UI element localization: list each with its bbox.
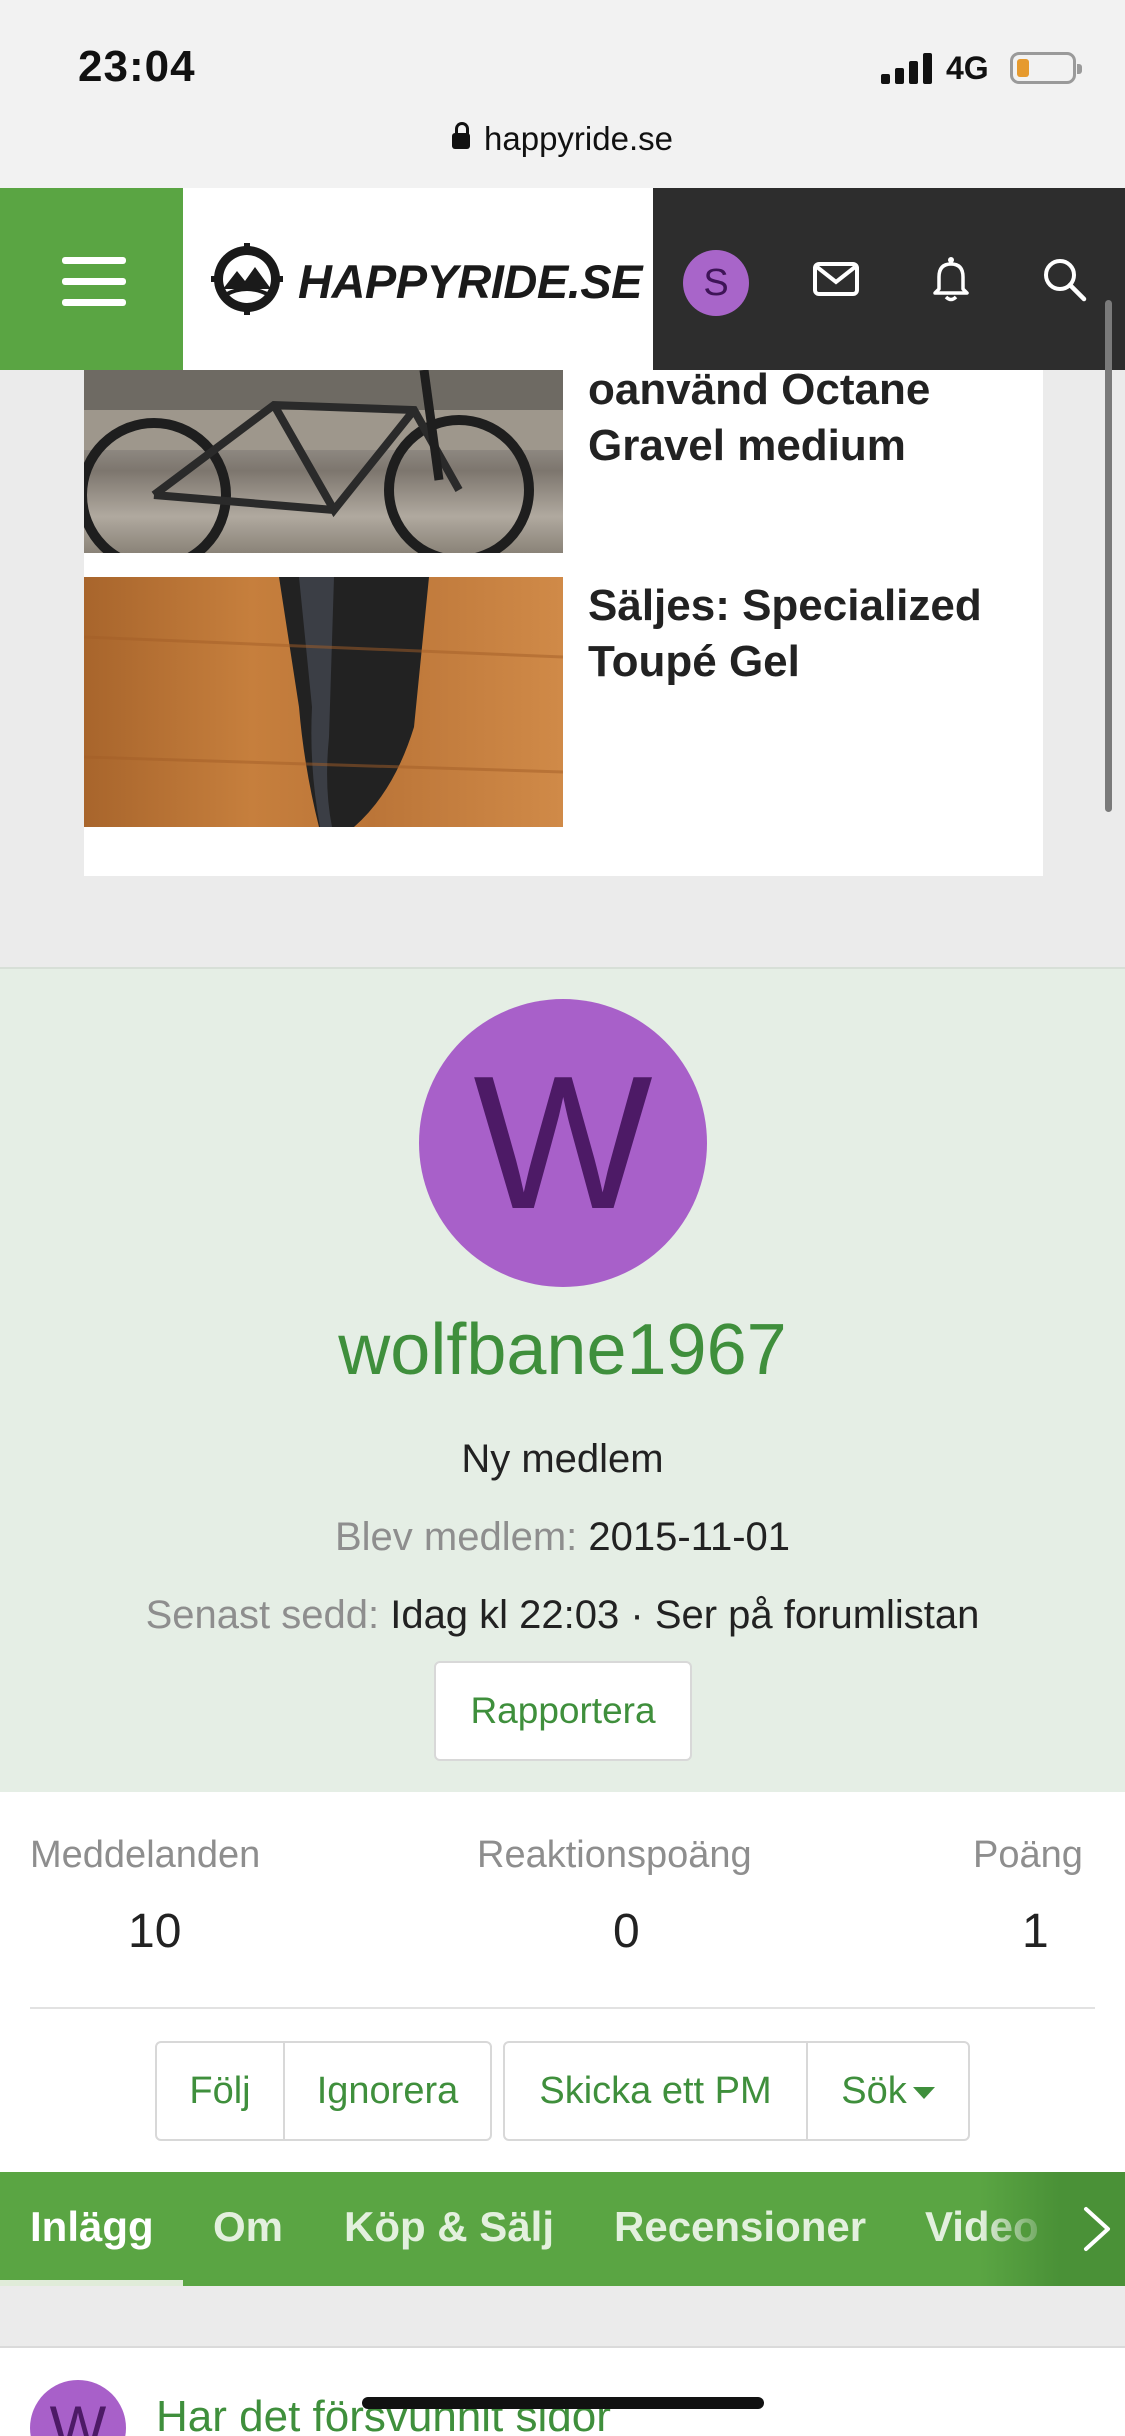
ignore-button[interactable]: Ignorera — [285, 2043, 490, 2139]
profile-section: W wolfbane1967 Ny medlem Blev medlem: 20… — [0, 967, 1125, 1792]
battery-icon — [1010, 52, 1082, 84]
tab-about[interactable]: Om — [213, 2172, 283, 2286]
hamburger-icon — [62, 257, 126, 307]
signal-icon — [881, 52, 935, 84]
profile-last-seen: Senast sedd: Idag kl 22:03 · Ser på foru… — [0, 1593, 1125, 1638]
listing-card: oanvänd Octane Gravel medium Säljes: Spe… — [84, 365, 1043, 876]
tab-buy-sell[interactable]: Köp & Sälj — [344, 2172, 554, 2286]
status-bar: 23:04 4G happyride.se — [0, 0, 1125, 188]
joined-value: 2015-11-01 — [588, 1515, 791, 1559]
stat-points-value[interactable]: 1 — [1022, 1904, 1049, 1959]
post-avatar[interactable]: W — [30, 2380, 126, 2436]
user-avatar[interactable]: S — [683, 250, 749, 316]
lock-icon — [452, 122, 471, 149]
listing-image[interactable] — [84, 370, 563, 553]
last-seen-value: Idag kl 22:03 · Ser på forumlistan — [390, 1593, 980, 1637]
stat-messages-label: Meddelanden — [30, 1834, 261, 1876]
joined-label: Blev medlem: — [334, 1515, 578, 1559]
profile-username[interactable]: wolfbane1967 — [0, 1309, 1125, 1391]
profile-avatar[interactable]: W — [419, 999, 707, 1287]
site-header: HAPPYRIDE.SE S — [0, 188, 1125, 370]
profile-tabs: Inlägg Om Köp & Sälj Recensioner Video — [0, 2172, 1125, 2286]
stat-reaction-value[interactable]: 0 — [613, 1904, 640, 1959]
stat-reaction-label: Reaktionspoäng — [477, 1834, 752, 1876]
pm-search-group: Skicka ett PM Sök — [503, 2041, 970, 2141]
search-dropdown-label: Sök — [841, 2070, 907, 2112]
post-list: W Har det försvunnit sidor — [0, 2286, 1125, 2436]
chevron-right-icon[interactable] — [1072, 2204, 1122, 2254]
home-indicator — [362, 2397, 764, 2409]
report-button[interactable]: Rapportera — [434, 1661, 692, 1761]
logo-icon — [211, 243, 283, 315]
address-bar[interactable]: happyride.se — [0, 120, 1125, 158]
follow-ignore-group: Följ Ignorera — [155, 2041, 492, 2141]
tab-posts[interactable]: Inlägg — [30, 2172, 154, 2286]
tab-reviews[interactable]: Recensioner — [614, 2172, 866, 2286]
divider — [30, 2007, 1095, 2009]
follow-button[interactable]: Följ — [157, 2043, 283, 2139]
url-text: happyride.se — [484, 120, 673, 157]
search-icon[interactable] — [1038, 253, 1090, 305]
profile-stats: Meddelanden 10 Reaktionspoäng 0 Poäng 1 … — [0, 1792, 1125, 2172]
page-scrollbar[interactable] — [1105, 300, 1112, 812]
listing-title[interactable]: oanvänd Octane Gravel medium — [588, 362, 1028, 474]
listing-title[interactable]: Säljes: Specialized Toupé Gel — [588, 578, 1028, 690]
send-pm-button[interactable]: Skicka ett PM — [505, 2043, 806, 2139]
caret-down-icon — [912, 2086, 935, 2099]
profile-joined: Blev medlem: 2015-11-01 — [0, 1515, 1125, 1560]
network-type: 4G — [946, 50, 989, 86]
stat-points-label: Poäng — [973, 1834, 1083, 1876]
logo-text: HAPPYRIDE.SE — [298, 255, 642, 308]
last-seen-label: Senast sedd: — [145, 1593, 380, 1637]
stat-messages-value[interactable]: 10 — [128, 1904, 181, 1959]
site-logo[interactable]: HAPPYRIDE.SE — [183, 188, 653, 370]
status-time: 23:04 — [78, 42, 196, 91]
list-item[interactable]: W Har det försvunnit sidor — [0, 2346, 1125, 2436]
menu-button[interactable] — [0, 188, 183, 370]
envelope-icon[interactable] — [810, 253, 862, 305]
search-dropdown-button[interactable]: Sök — [808, 2043, 968, 2139]
profile-rank: Ny medlem — [461, 1437, 664, 1481]
bell-icon[interactable] — [925, 253, 977, 305]
listing-image[interactable] — [84, 577, 563, 827]
